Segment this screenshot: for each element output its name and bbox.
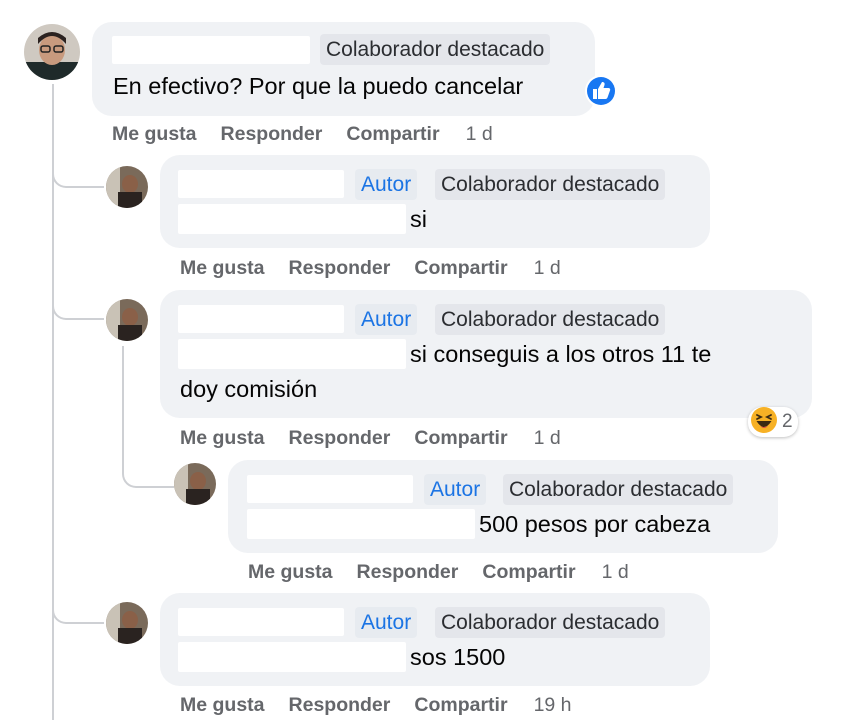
share-button[interactable]: Compartir <box>414 427 507 449</box>
like-button[interactable]: Me gusta <box>180 257 265 279</box>
author-badge: Autor <box>355 607 418 638</box>
author-name[interactable] <box>247 475 413 503</box>
author-badge: Autor <box>355 304 418 335</box>
author-name-line2 <box>178 339 406 369</box>
collaborator-badge: Colaborador destacado <box>503 474 734 505</box>
author-badge: Autor <box>424 474 487 505</box>
timestamp[interactable]: 1 d <box>534 427 561 449</box>
comment-actions: Me gusta Responder Compartir 1 d <box>248 561 653 584</box>
author-name[interactable] <box>178 608 344 636</box>
comment-actions: Me gusta Responder Compartir 19 h <box>180 694 596 717</box>
author-name-line2 <box>178 204 406 234</box>
like-button[interactable]: Me gusta <box>248 561 333 583</box>
author-name-line2 <box>178 642 406 672</box>
collaborator-badge: Colaborador destacado <box>435 304 666 335</box>
reaction-count: 2 <box>782 411 793 432</box>
reply-button[interactable]: Responder <box>289 427 391 449</box>
thread-connector <box>52 160 104 188</box>
reply-button[interactable]: Responder <box>289 694 391 716</box>
author-badge: Autor <box>355 169 418 200</box>
reply-button[interactable]: Responder <box>289 257 391 279</box>
share-button[interactable]: Compartir <box>414 257 507 279</box>
avatar[interactable] <box>174 463 216 505</box>
timestamp[interactable]: 19 h <box>534 694 572 716</box>
like-button[interactable]: Me gusta <box>180 427 265 449</box>
timestamp[interactable]: 1 d <box>466 123 493 145</box>
comment-text: 500 pesos por cabeza <box>479 511 711 537</box>
avatar[interactable] <box>106 602 148 644</box>
comment-text: En efectivo? Por que la puedo cancelar <box>113 73 524 99</box>
comment-text: si <box>410 206 427 232</box>
avatar[interactable] <box>24 24 80 80</box>
like-icon <box>584 74 618 108</box>
timestamp[interactable]: 1 d <box>602 561 629 583</box>
avatar[interactable] <box>106 299 148 341</box>
timestamp[interactable]: 1 d <box>534 257 561 279</box>
thread-connector <box>52 292 104 320</box>
collaborator-badge: Colaborador destacado <box>320 34 551 65</box>
author-name[interactable] <box>112 36 310 64</box>
collaborator-badge: Colaborador destacado <box>435 169 666 200</box>
comment-actions: Me gusta Responder Compartir 1 d <box>112 123 517 146</box>
comment-actions: Me gusta Responder Compartir 1 d <box>180 257 585 280</box>
collaborator-badge: Colaborador destacado <box>435 607 666 638</box>
comment-text: doy comisión <box>180 376 318 402</box>
comment-actions: Me gusta Responder Compartir 1 d <box>180 427 585 450</box>
haha-icon <box>750 406 778 439</box>
comment-text: si conseguis a los otros 11 te <box>410 341 712 367</box>
share-button[interactable]: Compartir <box>482 561 575 583</box>
author-name-line2 <box>247 509 475 539</box>
thread-connector <box>52 596 104 624</box>
like-button[interactable]: Me gusta <box>180 694 265 716</box>
comment-text: sos 1500 <box>410 644 506 670</box>
reaction-badge[interactable]: 2 <box>748 406 798 439</box>
reply-button[interactable]: Responder <box>357 561 459 583</box>
thread-connector <box>122 430 174 488</box>
like-button[interactable]: Me gusta <box>112 123 197 145</box>
author-name[interactable] <box>178 170 344 198</box>
share-button[interactable]: Compartir <box>414 694 507 716</box>
share-button[interactable]: Compartir <box>346 123 439 145</box>
author-name[interactable] <box>178 305 344 333</box>
avatar[interactable] <box>106 166 148 208</box>
reply-button[interactable]: Responder <box>221 123 323 145</box>
